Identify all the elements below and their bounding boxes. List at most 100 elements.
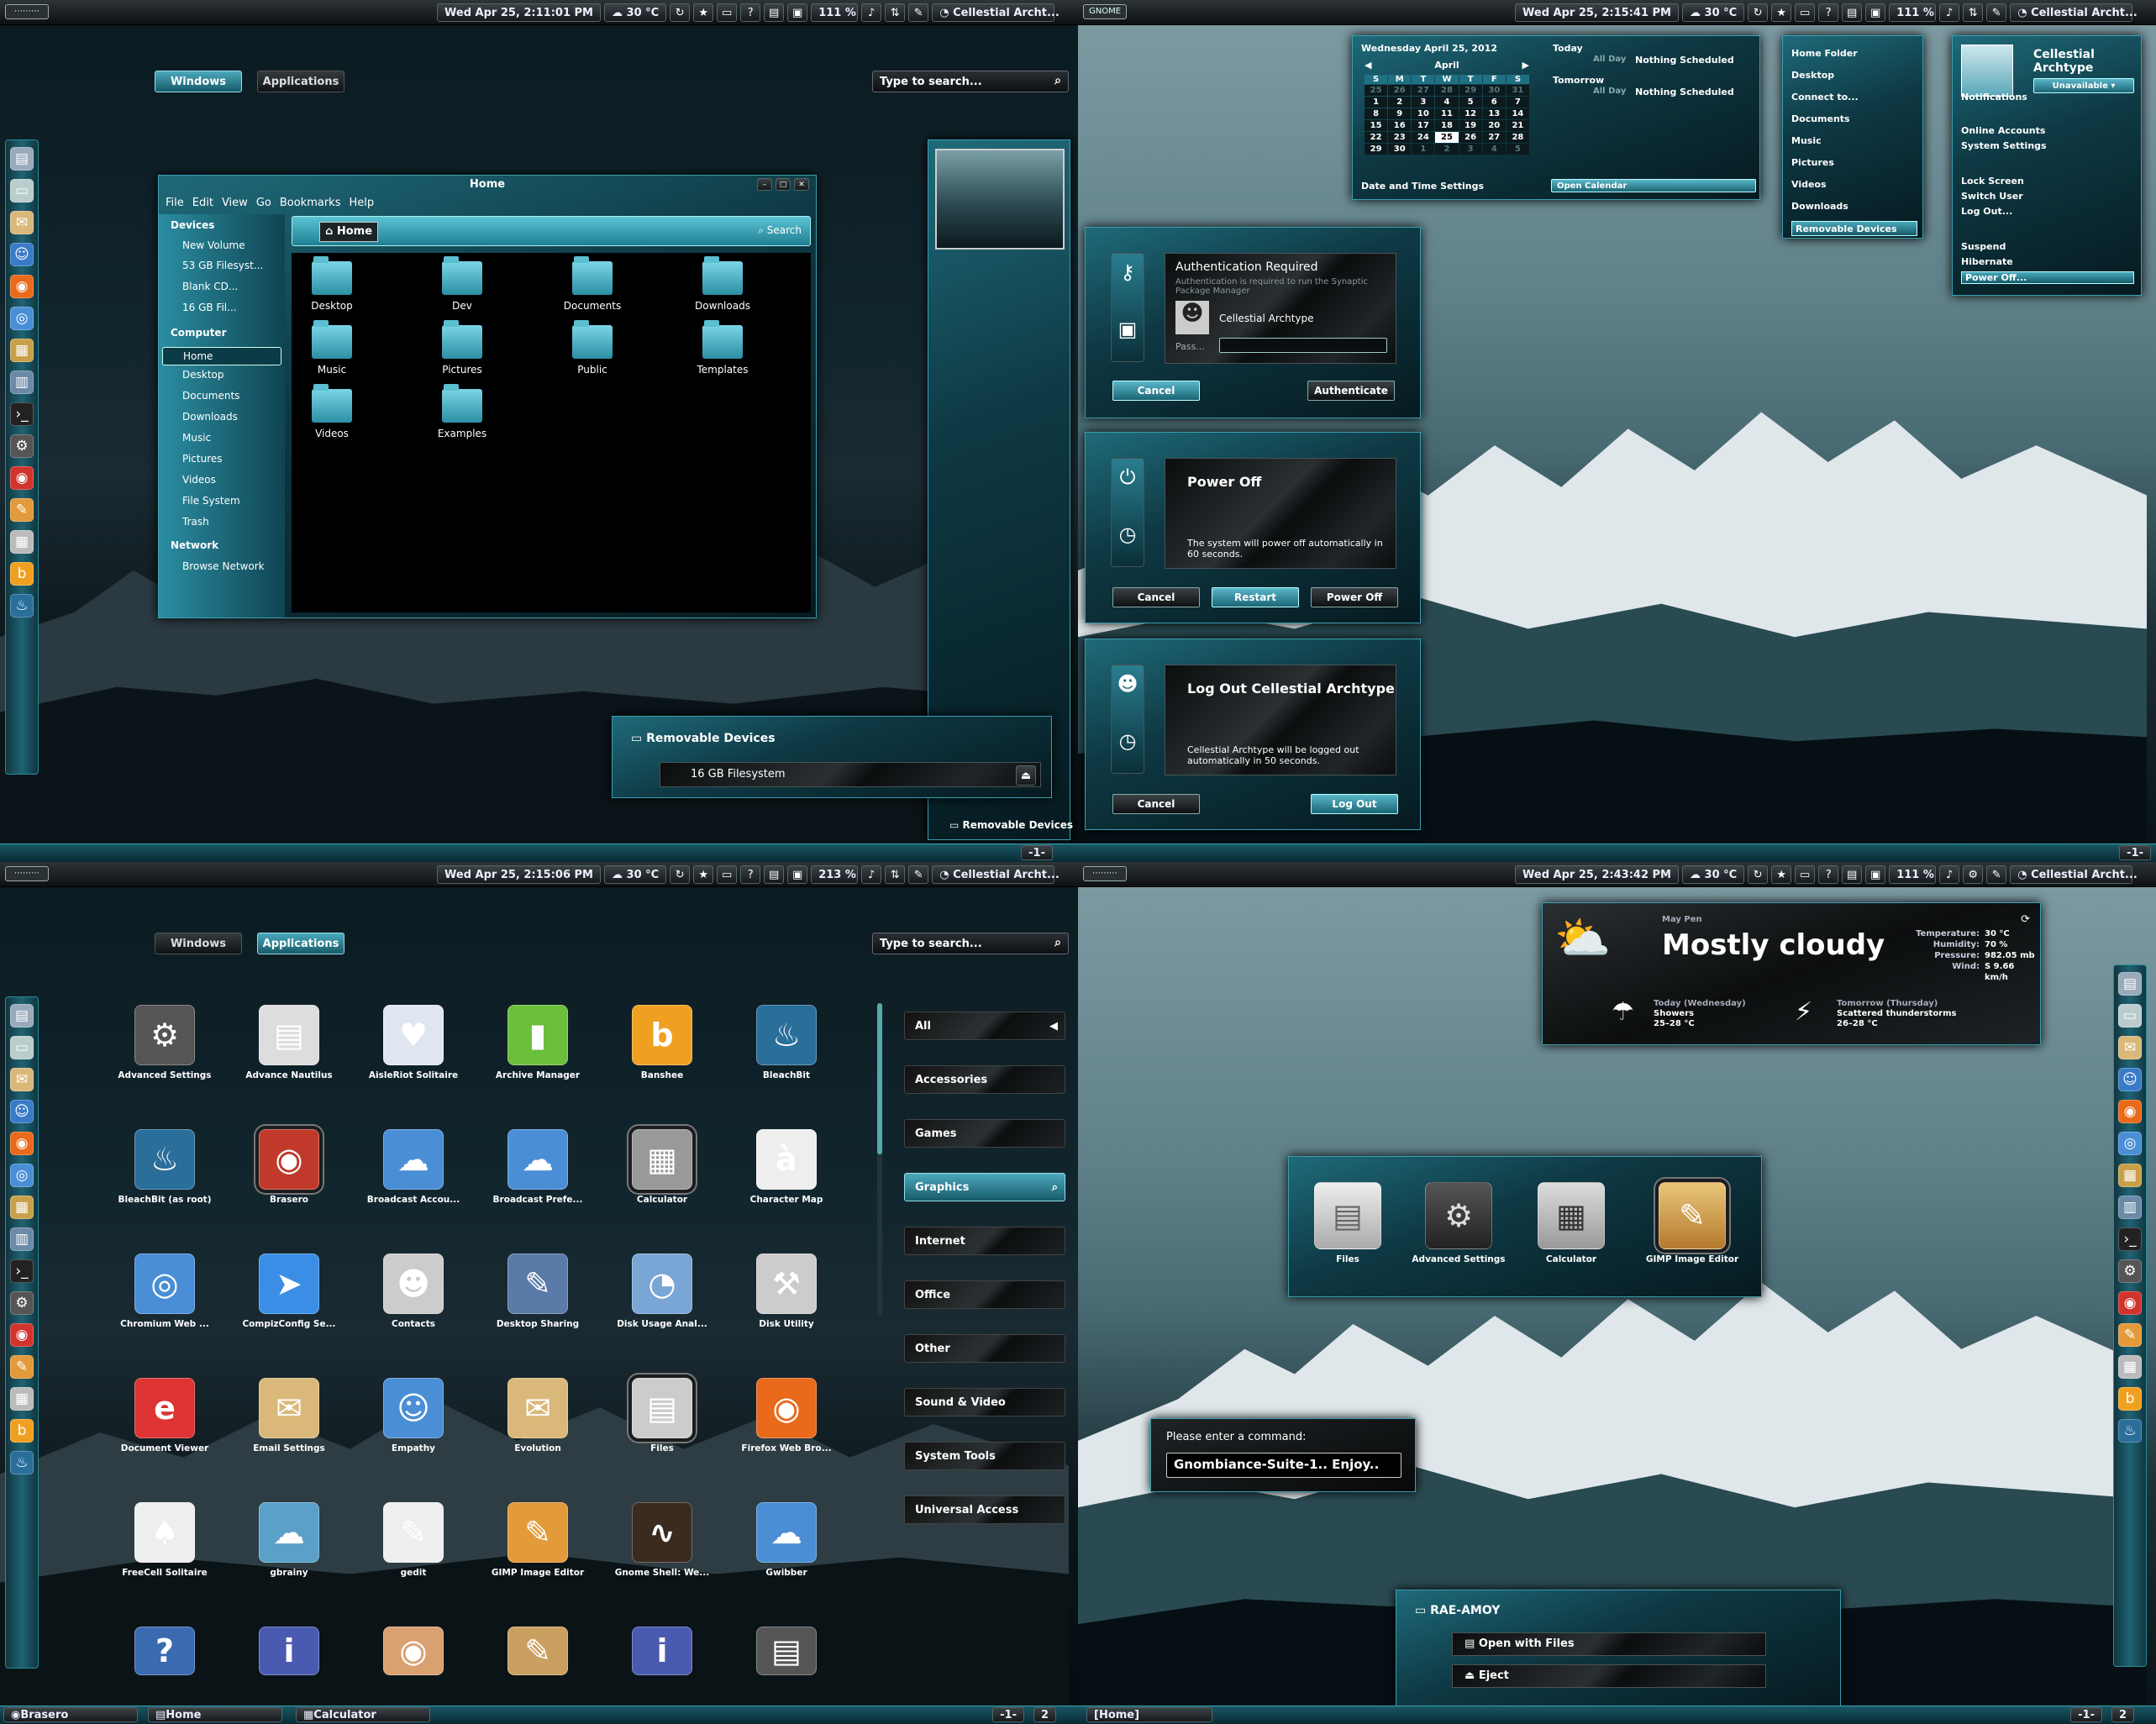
workspace-2[interactable]: 2: [1033, 1707, 1056, 1722]
sidebar-item-pictures[interactable]: Pictures: [182, 453, 223, 465]
refresh-icon[interactable]: ↻: [670, 865, 691, 884]
empathy-icon[interactable]: ☺: [10, 1100, 34, 1123]
gear-icon[interactable]: ⚙: [1963, 865, 1984, 884]
volume-icon[interactable]: ♪: [1939, 865, 1960, 884]
gimp-icon[interactable]: ✎: [2118, 1323, 2142, 1347]
app-tile[interactable]: ☁ Broadcast Accou...: [355, 1129, 472, 1205]
user-menu-item[interactable]: Lock Screen: [1961, 176, 2024, 187]
switch-files[interactable]: ▤ Files: [1297, 1182, 1398, 1264]
sidebar-item-filesystem[interactable]: File System: [182, 495, 240, 507]
weather-indicator[interactable]: ☁ 30 °C: [604, 3, 667, 22]
battery-indicator[interactable]: 1 11 %: [1889, 3, 1937, 22]
cancel-button[interactable]: Cancel: [1112, 381, 1200, 401]
folder-videos[interactable]: Videos: [292, 384, 372, 439]
calendar-day[interactable]: 15: [1365, 120, 1388, 131]
password-input[interactable]: [1219, 338, 1387, 353]
workspace-thumbnail[interactable]: [935, 149, 1065, 250]
clock[interactable]: Wed Apr 25, 2:15:06 PM: [437, 865, 601, 884]
sidebar-item-blank-cd[interactable]: Blank CD...: [182, 281, 238, 292]
restart-button[interactable]: Restart: [1212, 587, 1299, 607]
authenticate-button[interactable]: Authenticate: [1307, 381, 1395, 401]
banshee-icon[interactable]: b: [2118, 1387, 2142, 1411]
folder-downloads[interactable]: Downloads: [682, 256, 763, 312]
calendar-day[interactable]: 27: [1412, 85, 1435, 96]
workspace-1[interactable]: -1-: [2070, 1707, 2102, 1722]
user-menu[interactable]: ◔ Cellestial Archt...: [2010, 3, 2138, 22]
calendar-day[interactable]: 11: [1435, 108, 1459, 119]
firefox-icon[interactable]: ◉: [10, 275, 34, 298]
close-icon[interactable]: ✕: [794, 178, 809, 191]
task-home[interactable]: ▤ Home: [148, 1707, 282, 1722]
tab-applications[interactable]: Applications: [257, 71, 344, 92]
calendar-day[interactable]: 2: [1388, 97, 1412, 108]
volume-icon[interactable]: ♪: [861, 3, 882, 22]
screenshot-icon[interactable]: ▣: [787, 865, 808, 884]
help-icon[interactable]: ?: [1818, 865, 1839, 884]
app-tile[interactable]: ☺ Empathy: [355, 1378, 472, 1453]
archive-icon[interactable]: ▭: [10, 1036, 34, 1059]
terminal-icon[interactable]: ›_: [10, 402, 34, 426]
terminal-icon[interactable]: ›_: [10, 1259, 34, 1283]
calendar-day[interactable]: 12: [1459, 108, 1482, 119]
location-home[interactable]: ⌂ Home: [319, 222, 379, 242]
calendar-day[interactable]: 22: [1365, 132, 1388, 143]
document-icon[interactable]: ▥: [10, 371, 34, 394]
sidebar-item-desktop[interactable]: Desktop: [182, 369, 224, 381]
app-tile[interactable]: ✎: [479, 1627, 597, 1680]
folder-templates[interactable]: Templates: [682, 320, 763, 376]
tab-windows[interactable]: Windows: [155, 933, 242, 954]
calendar-day[interactable]: 5: [1506, 144, 1529, 155]
open-calendar-button[interactable]: Open Calendar: [1551, 179, 1756, 192]
chromium-icon[interactable]: ◎: [10, 307, 34, 330]
places-item[interactable]: Music: [1791, 134, 1917, 155]
places-item[interactable]: Downloads: [1791, 199, 1917, 221]
calendar-day[interactable]: 31: [1506, 85, 1529, 96]
activities-button[interactable]: ⋯⋯⋯: [1083, 866, 1127, 881]
package-icon[interactable]: ▦: [10, 339, 34, 362]
calendar-day[interactable]: 28: [1506, 132, 1529, 143]
user-menu-item[interactable]: Suspend: [1961, 241, 2006, 252]
switch-gimp[interactable]: ✎ GIMP Image Editor: [1638, 1182, 1746, 1264]
search-input[interactable]: Type to search... ⌕: [872, 933, 1069, 954]
bleachbit-icon[interactable]: ♨: [10, 594, 34, 618]
weather-indicator[interactable]: ☁ 30 °C: [1682, 865, 1745, 884]
task-home[interactable]: [Home]: [1086, 1707, 1212, 1722]
app-tile[interactable]: i: [603, 1627, 721, 1680]
app-tile[interactable]: ▦ Calculator: [603, 1129, 721, 1205]
calculator-icon[interactable]: ▦: [2118, 1355, 2142, 1379]
tray-removable[interactable]: ▭ Removable Devices: [949, 819, 1073, 831]
folder-public[interactable]: Public: [552, 320, 633, 376]
calculator-icon[interactable]: ▦: [10, 530, 34, 554]
calendar-day[interactable]: 29: [1459, 85, 1482, 96]
terminal-icon[interactable]: ›_: [2118, 1227, 2142, 1251]
user-menu[interactable]: ◔ Cellestial Archt...: [932, 865, 1060, 884]
app-tile[interactable]: ▤: [728, 1627, 845, 1680]
minimize-icon[interactable]: –: [757, 178, 772, 191]
workspace-indicator[interactable]: -1-: [2119, 845, 2151, 860]
app-tile[interactable]: ♠ FreeCell Solitaire: [106, 1502, 223, 1578]
folder-music[interactable]: Music: [292, 320, 372, 376]
sidebar-item-videos[interactable]: Videos: [182, 474, 216, 486]
banshee-icon[interactable]: b: [10, 1419, 34, 1443]
banshee-icon[interactable]: b: [10, 562, 34, 586]
bleachbit-icon[interactable]: ♨: [10, 1451, 34, 1474]
star-icon[interactable]: ★: [1771, 3, 1792, 22]
user-menu-item[interactable]: Log Out...: [1961, 206, 2012, 217]
folder-examples[interactable]: Examples: [422, 384, 502, 439]
document-icon[interactable]: ▥: [10, 1227, 34, 1251]
bleachbit-icon[interactable]: ♨: [2118, 1419, 2142, 1443]
menu-file[interactable]: File: [166, 197, 184, 209]
battery-indicator[interactable]: 1 11 %: [1889, 865, 1937, 884]
calendar-day[interactable]: 13: [1482, 108, 1506, 119]
files-icon[interactable]: ▤: [10, 1004, 34, 1028]
places-item[interactable]: Documents: [1791, 112, 1917, 134]
calendar-day[interactable]: 30: [1482, 85, 1506, 96]
calendar-day[interactable]: 17: [1412, 120, 1435, 131]
calendar-day[interactable]: 14: [1506, 108, 1529, 119]
app-tile[interactable]: ☻ Contacts: [355, 1254, 472, 1329]
calendar-day[interactable]: 3: [1412, 97, 1435, 108]
sidebar-item-documents[interactable]: Documents: [182, 390, 239, 402]
places-item[interactable]: Pictures: [1791, 155, 1917, 177]
category-item[interactable]: Graphics ⌕: [904, 1173, 1065, 1201]
weather-indicator[interactable]: ☁ 30 °C: [604, 865, 667, 884]
